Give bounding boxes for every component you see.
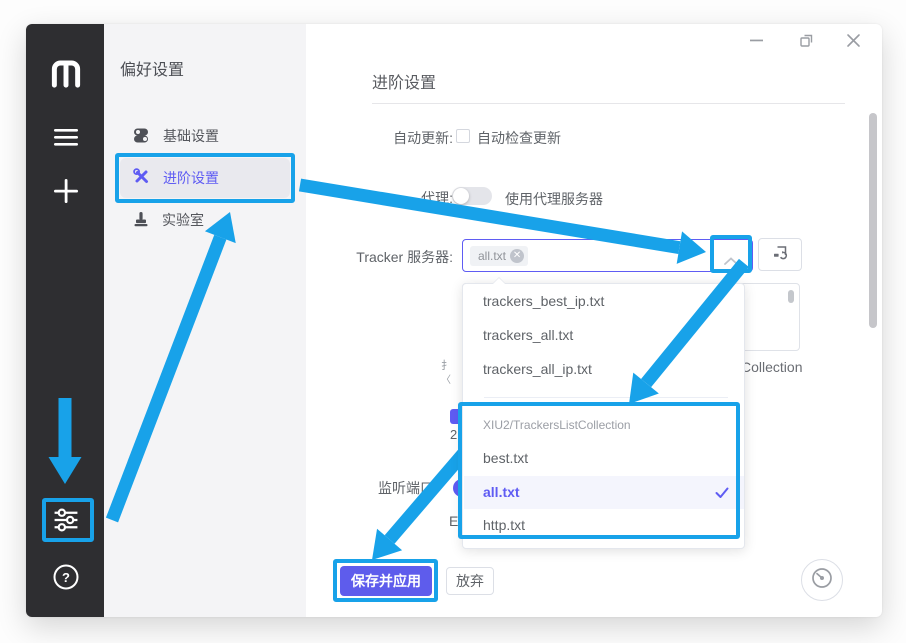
speed-gauge-button[interactable] xyxy=(801,559,843,601)
sync-trackers-button[interactable] xyxy=(758,238,802,271)
dropdown-item-selected[interactable]: all.txt xyxy=(483,484,520,500)
title-divider xyxy=(372,103,845,104)
occluded-collection-text: Collection xyxy=(741,359,802,375)
proxy-switch-label: 使用代理服务器 xyxy=(505,189,603,209)
textarea-scrollbar-thumb[interactable] xyxy=(788,290,794,303)
window-scrollbar-thumb[interactable] xyxy=(869,113,877,328)
preferences-panel: 偏好设置 基础设置 xyxy=(104,24,306,617)
menu-item-label: 实验室 xyxy=(162,210,204,230)
minimize-button[interactable] xyxy=(746,30,766,50)
menu-item-advanced-settings[interactable]: 进阶设置 xyxy=(120,158,290,198)
menu-item-basic-settings[interactable]: 基础设置 xyxy=(120,116,290,156)
proxy-switch[interactable] xyxy=(452,187,492,205)
discard-button[interactable]: 放弃 xyxy=(446,567,494,595)
dropdown-item[interactable]: trackers_all.txt xyxy=(483,327,573,343)
occluded-hint-fragment: 〈 xyxy=(441,371,451,386)
dropdown-item[interactable]: http.txt xyxy=(483,517,525,533)
tracker-select-input[interactable]: all.txt ✕ xyxy=(462,239,753,272)
add-task-icon[interactable] xyxy=(53,178,79,204)
svg-text:?: ? xyxy=(62,570,70,585)
restore-button[interactable] xyxy=(796,30,816,50)
help-icon[interactable]: ? xyxy=(53,564,80,591)
auto-update-label: 自动更新: xyxy=(293,128,453,148)
task-list-icon[interactable] xyxy=(53,127,79,147)
tracker-dropdown: trackers_best_ip.txt trackers_all.txt tr… xyxy=(462,283,745,549)
tracker-server-label: Tracker 服务器: xyxy=(293,247,453,267)
dropdown-item[interactable]: trackers_all_ip.txt xyxy=(483,361,592,377)
auto-update-checkbox[interactable] xyxy=(456,129,470,143)
screenshot-stage: ? 偏好设置 基础设置 xyxy=(0,0,906,643)
dropdown-divider xyxy=(484,397,728,398)
dropdown-item[interactable]: trackers_best_ip.txt xyxy=(483,293,604,309)
menu-item-label: 基础设置 xyxy=(163,126,219,146)
motrix-logo-icon xyxy=(48,56,84,88)
gauge-icon xyxy=(809,565,835,596)
app-window: ? 偏好设置 基础设置 xyxy=(26,24,882,617)
preferences-title: 偏好设置 xyxy=(120,56,184,80)
close-button[interactable] xyxy=(843,30,863,50)
dropdown-item[interactable]: best.txt xyxy=(483,450,528,466)
menu-item-label: 进阶设置 xyxy=(163,168,219,188)
tracker-tag-label: all.txt xyxy=(478,249,506,263)
tracker-tag: all.txt ✕ xyxy=(470,246,528,266)
menu-item-lab[interactable]: 实验室 xyxy=(120,200,290,240)
page-title: 进阶设置 xyxy=(372,69,436,93)
tools-icon xyxy=(133,168,150,188)
auto-update-checkbox-label[interactable]: 自动检查更新 xyxy=(477,128,561,148)
occluded-letter-fragment: E xyxy=(449,513,458,529)
dropdown-group-label: XIU2/TrackersListCollection xyxy=(483,418,631,432)
listen-port-label: 监听端口 xyxy=(378,478,434,498)
chevron-up-icon[interactable] xyxy=(724,252,738,270)
occluded-digit-fragment: 2 xyxy=(450,427,457,442)
lab-icon xyxy=(133,211,149,230)
preferences-sliders-icon[interactable] xyxy=(53,507,80,534)
save-apply-button[interactable]: 保存并应用 xyxy=(340,566,432,596)
sync-icon xyxy=(772,244,788,265)
toggles-icon xyxy=(133,127,150,146)
proxy-label: 代理: xyxy=(293,188,453,208)
check-icon xyxy=(715,486,729,504)
switch-knob xyxy=(453,188,469,204)
dropdown-notch xyxy=(493,278,505,284)
occluded-checkbox-fragment xyxy=(450,409,458,424)
app-sidebar: ? xyxy=(26,24,104,617)
tag-close-icon[interactable]: ✕ xyxy=(510,249,524,263)
